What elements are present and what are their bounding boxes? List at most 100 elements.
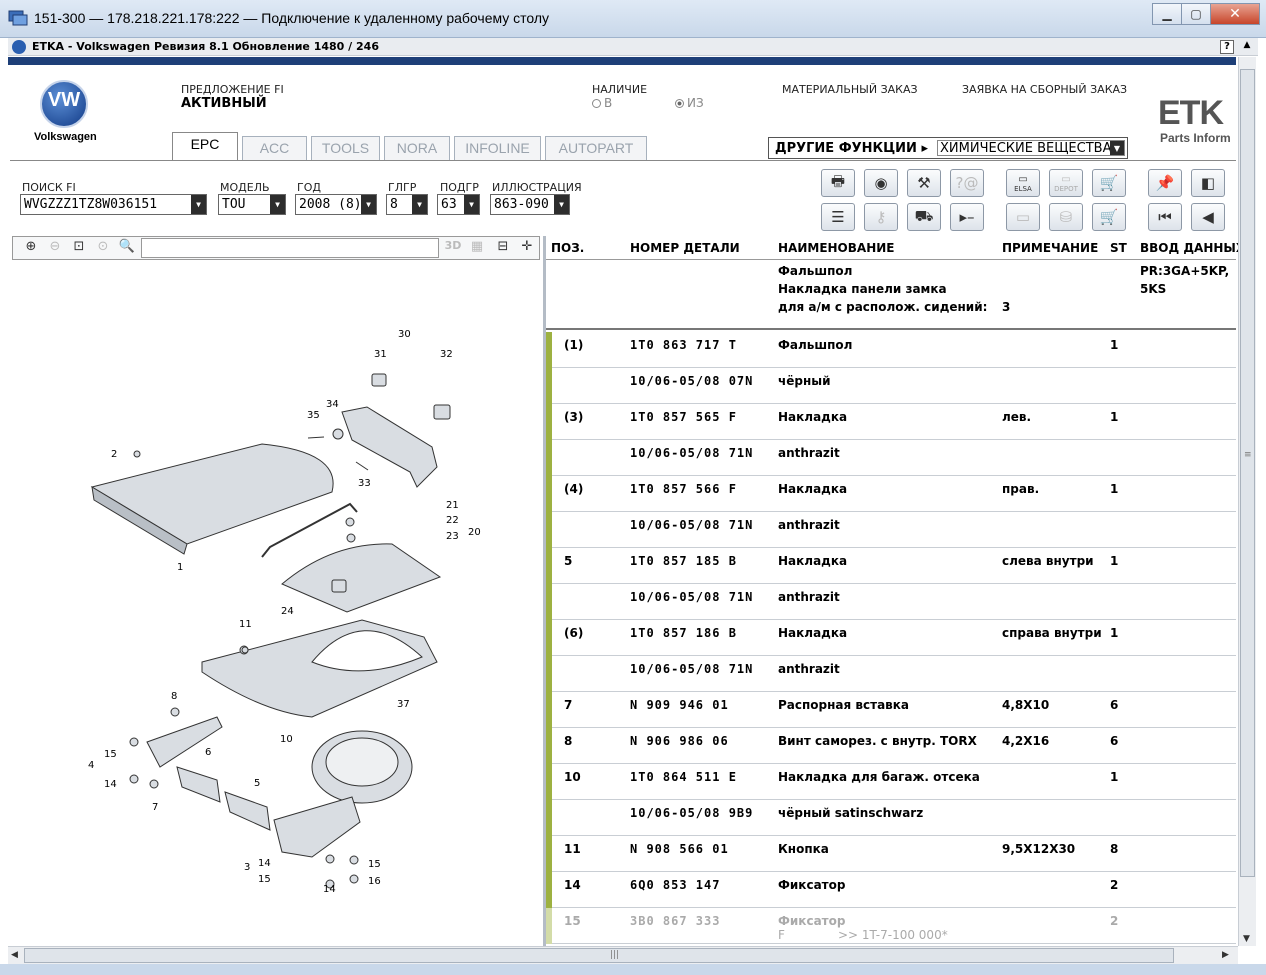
availability-from-radio[interactable]: ИЗ — [675, 96, 704, 110]
other-functions[interactable]: ДРУГИЕ ФУНКЦИИ ▸ ХИМИЧЕСКИЕ ВЕЩЕСТВА ▼ — [768, 137, 1128, 159]
vertical-scrollbar[interactable]: ≡ ▼ — [1238, 57, 1256, 946]
chevron-down-icon[interactable]: ▼ — [191, 195, 206, 214]
zoom-out-icon[interactable]: ⊖ — [45, 239, 65, 258]
play-minus-button[interactable]: ▸– — [950, 203, 984, 231]
parts-illustration[interactable]: 30 31 32 34 35 2 33 21 22 23 20 1 24 11 10 37 8 15 6… — [12, 262, 542, 944]
page-view-button[interactable]: ◧ — [1191, 169, 1225, 197]
table-row[interactable]: 10/06-05/08 71N anthrazit — [546, 440, 1236, 476]
split-view-icon[interactable]: ⊟ — [493, 239, 513, 258]
list-view-button[interactable]: ☰ — [821, 203, 855, 231]
cart-add-button[interactable]: 🛒 — [1092, 169, 1126, 197]
other-functions-select[interactable]: ХИМИЧЕСКИЕ ВЕЩЕСТВА ▼ — [937, 140, 1125, 156]
row-name: anthrazit — [778, 446, 840, 460]
car-parts-button[interactable]: ⚒ — [907, 169, 941, 197]
chevron-down-icon[interactable]: ▼ — [361, 195, 376, 214]
chevron-down-icon[interactable]: ▼ — [270, 195, 285, 214]
window-title: 151-300 — 178.218.221.178:222 — Подключе… — [34, 10, 550, 26]
user-transfer-button[interactable]: ⛁ — [1049, 203, 1083, 231]
row-marker — [546, 476, 552, 512]
table-row[interactable]: 10/06-05/08 71N anthrazit — [546, 656, 1236, 692]
disc-info-button[interactable]: ◉ — [864, 169, 898, 197]
scroll-up-icon[interactable]: ▲ — [1240, 40, 1254, 54]
model-select[interactable]: TOU ▼ — [218, 194, 286, 215]
chevron-down-icon[interactable]: ▼ — [412, 195, 427, 214]
tab-tools[interactable]: TOOLS — [311, 136, 380, 160]
tab-autopart[interactable]: AUTOPART — [545, 136, 647, 160]
table-row[interactable]: 5 1T0 857 185 B Накладка слева внутри 1 — [546, 548, 1236, 584]
vertical-scroll-thumb[interactable]: ≡ — [1240, 69, 1255, 877]
description-seat-count: 3 — [1002, 300, 1011, 314]
chevron-down-icon[interactable]: ▼ — [554, 195, 569, 214]
illustration-label: ИЛЛЮСТРАЦИЯ — [492, 181, 582, 194]
tab-acc[interactable]: ACC — [242, 136, 307, 160]
first-page-button[interactable]: ⏮ — [1148, 203, 1182, 231]
scroll-right-icon[interactable]: ▶ — [1222, 950, 1229, 960]
svg-text:11: 11 — [239, 619, 252, 630]
col-quantity[interactable]: ST — [1110, 241, 1127, 255]
availability-in-radio[interactable]: В — [592, 96, 612, 110]
row-part-number: N 909 946 01 — [630, 698, 729, 712]
table-row[interactable]: 14 6Q0 853 147 Фиксатор 2 — [546, 872, 1236, 908]
col-part-number[interactable]: НОМЕР ДЕТАЛИ — [630, 241, 740, 255]
col-model-data[interactable]: ВВОД ДАННЫХ — [1140, 241, 1245, 255]
view-3d-button[interactable]: 3D — [443, 239, 463, 258]
crosshair-icon[interactable]: ✛ — [517, 239, 537, 258]
table-row[interactable]: 10 1T0 864 511 E Накладка для багаж. отсек… — [546, 764, 1236, 800]
close-button[interactable]: ✕ — [1210, 3, 1260, 25]
table-row[interactable]: (3) 1T0 857 565 F Накладка лев. 1 — [546, 404, 1236, 440]
material-order-link[interactable]: МАТЕРИАЛЬНЫЙ ЗАКАЗ — [782, 83, 918, 96]
zoom-in-icon[interactable]: ⊕ — [21, 239, 41, 258]
search-icon[interactable]: 🔍 — [117, 239, 137, 258]
zoom-reset-icon[interactable]: ⊙ — [93, 239, 113, 258]
subgroup-select[interactable]: 63 ▼ — [437, 194, 480, 215]
print-button[interactable]: 🖶 — [821, 169, 855, 197]
table-row[interactable]: 10/06-05/08 9B9 чёрный satinschwarz — [546, 800, 1236, 836]
row-marker — [546, 620, 552, 656]
col-note[interactable]: ПРИМЕЧАНИЕ — [1002, 241, 1098, 255]
vw-logo-icon: VW — [40, 80, 88, 128]
search-fi-field[interactable]: WVGZZZ1TZ8W036151 ▼ — [20, 194, 207, 215]
minimize-button[interactable]: ▁ — [1152, 3, 1182, 25]
chevron-down-icon[interactable]: ▼ — [1110, 141, 1124, 155]
col-name[interactable]: НАИМЕНОВАНИЕ — [778, 241, 894, 255]
horizontal-scrollbar[interactable]: ◀ ||| ▶ — [8, 946, 1238, 964]
assembly-order-link[interactable]: ЗАЯВКА НА СБОРНЫЙ ЗАКАЗ — [962, 83, 1127, 96]
table-row[interactable]: (6) 1T0 857 186 B Накладка справа внутри 1 — [546, 620, 1236, 656]
svg-text:23: 23 — [446, 531, 459, 542]
vehicle-button[interactable]: ⛟ — [907, 203, 941, 231]
previous-page-button[interactable]: ◀ — [1191, 203, 1225, 231]
main-group-select[interactable]: 8 ▼ — [386, 194, 428, 215]
table-row[interactable]: 10/06-05/08 71N anthrazit — [546, 512, 1236, 548]
row-position: 7 — [564, 698, 573, 712]
chevron-down-icon[interactable]: ▼ — [464, 195, 479, 214]
tab-epc[interactable]: EPC — [172, 132, 238, 161]
tab-nora[interactable]: NORA — [384, 136, 450, 160]
table-row[interactable]: (1) 1T0 863 717 T Фальшпол 1 — [546, 332, 1236, 368]
table-row[interactable]: 8 N 906 986 06 Винт саморез. с внутр. TORX… — [546, 728, 1236, 764]
table-row[interactable]: 11 N 908 566 01 Кнопка 9,5X12X30 8 — [546, 836, 1236, 872]
pin-icon[interactable]: 📌 — [1148, 169, 1182, 197]
elsa-button[interactable]: ▭ ELSA — [1006, 169, 1040, 197]
description-line: Фальшпол — [778, 264, 853, 278]
depot-button[interactable]: ▭ DEPOT — [1049, 169, 1083, 197]
year-select[interactable]: 2008 (8) ▼ — [295, 194, 377, 215]
horizontal-scroll-thumb[interactable]: ||| — [24, 948, 1174, 963]
illustration-select[interactable]: 863-090 ▼ — [490, 194, 570, 215]
scroll-down-icon[interactable]: ▼ — [1243, 934, 1250, 944]
table-row[interactable]: (4) 1T0 857 566 F Накладка прав. 1 — [546, 476, 1236, 512]
hotspot-icon[interactable]: ▦ — [467, 239, 487, 258]
help-search-button[interactable]: ?@ — [950, 169, 984, 197]
help-button[interactable]: ? — [1220, 40, 1234, 54]
illustration-search-input[interactable] — [141, 238, 439, 258]
scroll-left-icon[interactable]: ◀ — [11, 950, 18, 960]
table-row[interactable]: 10/06-05/08 71N anthrazit — [546, 584, 1236, 620]
col-position[interactable]: ПОЗ. — [551, 241, 584, 255]
monitor-transfer-button[interactable]: ▭ — [1006, 203, 1040, 231]
tab-infoline[interactable]: INFOLINE — [454, 136, 541, 160]
cart-button[interactable]: 🛒 — [1092, 203, 1126, 231]
table-row[interactable]: 7 N 909 946 01 Распорная вставка 4,8X10 6 — [546, 692, 1236, 728]
table-row[interactable]: 10/06-05/08 07N чёрный — [546, 368, 1236, 404]
zoom-fit-icon[interactable]: ⊡ — [69, 239, 89, 258]
maximize-button[interactable]: ▢ — [1181, 3, 1211, 25]
key-icon[interactable]: ⚷ — [864, 203, 898, 231]
